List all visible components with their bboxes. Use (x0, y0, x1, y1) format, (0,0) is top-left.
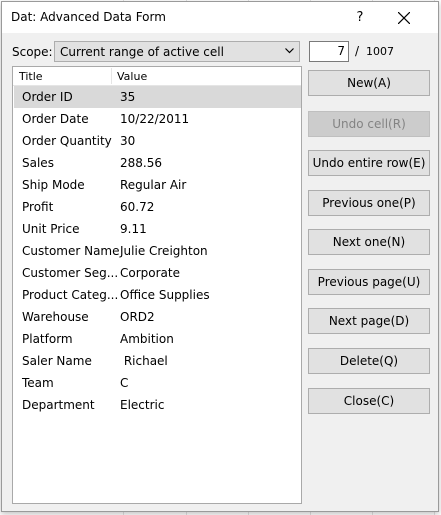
column-divider[interactable] (111, 68, 112, 84)
close-icon (398, 12, 410, 24)
list-item[interactable]: Warehouse ORD2 (14, 306, 301, 328)
field-title: Customer Name (22, 244, 120, 258)
list-header: Title Value (13, 67, 301, 86)
list-item[interactable]: Team C (14, 372, 301, 394)
delete-button[interactable]: Delete(Q) (308, 348, 430, 374)
close-button[interactable]: Close(C) (308, 388, 430, 414)
list-item[interactable]: Saler Name Richael (14, 350, 301, 372)
field-title: Unit Price (22, 222, 80, 236)
field-title: Customer Seg... (22, 266, 119, 280)
field-title: Warehouse (22, 310, 89, 324)
field-value[interactable]: ORD2 (120, 310, 155, 324)
field-value[interactable]: Office Supplies (120, 288, 210, 302)
field-value[interactable]: C (120, 376, 128, 390)
field-value[interactable]: Corporate (120, 266, 180, 280)
undo-cell-button[interactable]: Undo cell(R) (308, 111, 430, 137)
field-title: Sales (22, 156, 54, 170)
list-item[interactable]: Ship Mode Regular Air (14, 174, 301, 196)
chevron-down-icon (285, 48, 294, 54)
field-title: Ship Mode (22, 178, 85, 192)
record-total: 1007 (366, 45, 394, 58)
previous-one-button[interactable]: Previous one(P) (308, 190, 430, 216)
previous-page-button[interactable]: Previous page(U) (308, 269, 430, 295)
help-button[interactable]: ? (343, 2, 377, 33)
field-value[interactable]: 10/22/2011 (120, 112, 189, 126)
record-separator: / (355, 44, 360, 58)
field-title: Team (22, 376, 54, 390)
title-bar[interactable]: Dat: Advanced Data Form ? (2, 2, 438, 33)
list-item[interactable]: Order ID 35 (14, 86, 301, 108)
field-title: Order ID (22, 90, 73, 104)
next-one-button[interactable]: Next one(N) (308, 229, 430, 255)
list-item[interactable]: Order Date 10/22/2011 (14, 108, 301, 130)
list-item[interactable]: Platform Ambition (14, 328, 301, 350)
scope-dropdown[interactable]: Current range of active cell (54, 41, 300, 62)
field-value[interactable]: 60.72 (120, 200, 154, 214)
field-value[interactable]: 288.56 (120, 156, 162, 170)
field-title: Profit (22, 200, 54, 214)
field-title: Platform (22, 332, 73, 346)
field-title: Saler Name (22, 354, 92, 368)
record-number-input[interactable]: 7 (309, 41, 349, 62)
field-list[interactable]: Title Value Order ID 35 Order Date 10/22/20… (12, 66, 302, 504)
field-value[interactable]: Richael (120, 354, 168, 368)
next-page-button[interactable]: Next page(D) (308, 308, 430, 334)
list-item[interactable]: Customer Seg... Corporate (14, 262, 301, 284)
close-window-button[interactable] (387, 2, 421, 33)
column-header-title[interactable]: Title (19, 70, 43, 83)
list-item[interactable]: Sales 288.56 (14, 152, 301, 174)
field-title: Order Quantity (22, 134, 112, 148)
field-value[interactable]: Julie Creighton (120, 244, 208, 258)
field-value[interactable]: Electric (120, 398, 164, 412)
dialog-title: Dat: Advanced Data Form (11, 10, 166, 24)
advanced-data-form-dialog: Dat: Advanced Data Form ? Scope: Current… (1, 1, 439, 512)
scope-label: Scope: (12, 45, 53, 59)
list-item[interactable]: Order Quantity 30 (14, 130, 301, 152)
field-value[interactable]: Regular Air (120, 178, 186, 192)
undo-entire-row-button[interactable]: Undo entire row(E) (308, 150, 430, 176)
list-item[interactable]: Profit 60.72 (14, 196, 301, 218)
list-item[interactable]: Customer Name Julie Creighton (14, 240, 301, 262)
column-header-value[interactable]: Value (117, 70, 147, 83)
field-title: Order Date (22, 112, 89, 126)
field-title: Product Categ... (22, 288, 119, 302)
list-item[interactable]: Department Electric (14, 394, 301, 416)
field-value[interactable]: 35 (120, 90, 135, 104)
list-item[interactable]: Product Categ... Office Supplies (14, 284, 301, 306)
new-button[interactable]: New(A) (308, 70, 430, 96)
field-value[interactable]: Ambition (120, 332, 174, 346)
field-value[interactable]: 9.11 (120, 222, 147, 236)
field-title: Department (22, 398, 95, 412)
list-item[interactable]: Unit Price 9.11 (14, 218, 301, 240)
field-value[interactable]: 30 (120, 134, 135, 148)
scope-selected-value: Current range of active cell (60, 45, 224, 59)
